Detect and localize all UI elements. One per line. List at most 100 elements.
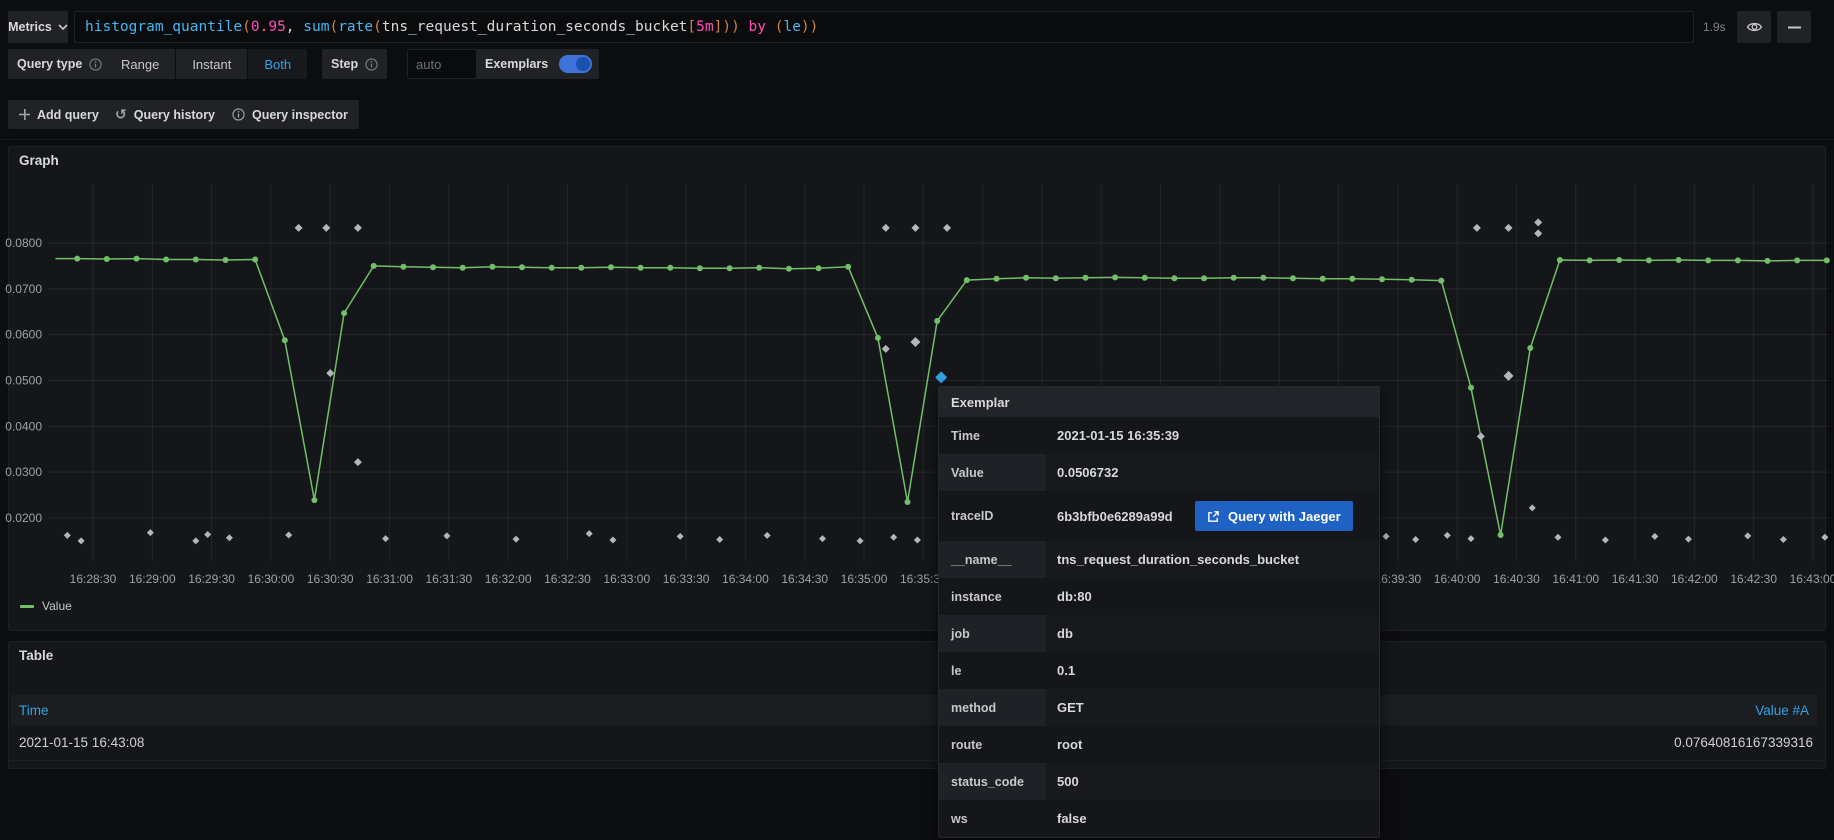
tab-range[interactable]: Range xyxy=(105,49,175,79)
query-type-label: Query type xyxy=(17,57,82,71)
exemplars-toggle[interactable] xyxy=(559,55,592,73)
tooltip-row-value: db:80 xyxy=(1046,589,1092,604)
query-token: 0.95 xyxy=(251,19,286,35)
tooltip-row-label: instance xyxy=(939,578,1046,615)
query-token xyxy=(766,19,775,35)
tooltip-row-label: Time xyxy=(939,417,1046,454)
tooltip-row-label: status_code xyxy=(939,763,1046,800)
query-elapsed-time: 1.9s xyxy=(1703,11,1733,43)
step-input[interactable] xyxy=(407,49,487,79)
query-history-label: Query history xyxy=(134,108,215,122)
query-type-field: Query type xyxy=(8,49,111,79)
tooltip-row-Value: Value0.0506732 xyxy=(939,454,1379,491)
tooltip-row-label: job xyxy=(939,615,1046,652)
query-token: by xyxy=(749,19,766,35)
column-header-value-a[interactable]: Value #A xyxy=(1755,703,1809,718)
legend-color-swatch xyxy=(20,605,34,608)
table-row: 2021-01-15 16:43:08 0.07640816167339316 xyxy=(11,725,1821,761)
query-token: ( xyxy=(329,19,338,35)
table-cell: 2021-01-15 16:43:08 xyxy=(19,735,144,750)
query-token: rate xyxy=(338,19,373,35)
query-token: histogram_quantile xyxy=(85,19,242,35)
query-inspector-label: Query inspector xyxy=(252,108,348,122)
grafana-explore: Metrics histogram_quantile(0.95, sum(rat… xyxy=(0,0,1834,840)
tooltip-row-value: 0.1 xyxy=(1046,663,1075,678)
tooltip-row-instance: instancedb:80 xyxy=(939,578,1379,615)
step-field: Step xyxy=(322,49,387,79)
query-token: ( xyxy=(373,19,382,35)
section-divider xyxy=(0,139,1834,140)
graph-panel: Graph xyxy=(8,146,1826,631)
tooltip-row-Time: Time2021-01-15 16:35:39 xyxy=(939,417,1379,454)
remove-query-button[interactable] xyxy=(1777,11,1811,43)
external-link-icon xyxy=(1207,510,1220,523)
tooltip-row-name: __name__tns_request_duration_seconds_buc… xyxy=(939,541,1379,578)
tab-both[interactable]: Both xyxy=(248,49,307,79)
legend-item-value[interactable]: Value xyxy=(20,599,72,613)
query-token: )) xyxy=(801,19,818,35)
exemplars-toggle-container xyxy=(551,49,599,79)
tooltip-row-label: traceID xyxy=(939,491,1046,541)
query-inspector-button[interactable]: Query inspector xyxy=(221,100,359,129)
tooltip-row-le: le0.1 xyxy=(939,652,1379,689)
query-history-button[interactable]: ↺ Query history xyxy=(104,100,226,129)
query-token: , xyxy=(286,19,303,35)
tooltip-row-label: ws xyxy=(939,800,1046,837)
tooltip-row-label: __name__ xyxy=(939,541,1046,578)
query-token: sum xyxy=(303,19,329,35)
exemplar-tooltip-title: Exemplar xyxy=(939,387,1379,417)
query-token: ( xyxy=(775,19,784,35)
exemplars-label: Exemplars xyxy=(485,57,548,71)
add-query-label: Add query xyxy=(37,108,99,122)
table-cell: 0.07640816167339316 xyxy=(1674,735,1813,750)
tooltip-row-label: route xyxy=(939,726,1046,763)
tooltip-row-value: tns_request_duration_seconds_bucket xyxy=(1046,552,1299,567)
datasource-picker[interactable]: Metrics xyxy=(8,11,68,43)
tooltip-row-value: 0.0506732 xyxy=(1046,465,1118,480)
tab-instant[interactable]: Instant xyxy=(176,49,247,79)
hide-response-button[interactable] xyxy=(1737,11,1771,43)
query-type-tabs: RangeInstantBoth xyxy=(105,49,307,79)
tooltip-row-statuscode: status_code500 xyxy=(939,763,1379,800)
add-query-button[interactable]: Add query xyxy=(8,100,110,129)
eye-icon xyxy=(1746,20,1763,34)
tooltip-row-value: GET xyxy=(1046,700,1084,715)
info-icon xyxy=(365,58,378,71)
query-token: ] xyxy=(714,19,723,35)
tooltip-row-traceID: traceID6b3bfb0e6289a99dQuery with Jaeger xyxy=(939,491,1379,541)
query-editor[interactable]: histogram_quantile(0.95, sum(rate(tns_re… xyxy=(74,11,1694,43)
info-icon xyxy=(89,58,102,71)
tooltip-row-value: 6b3bfb0e6289a99dQuery with Jaeger xyxy=(1046,501,1353,531)
chevron-down-icon xyxy=(58,24,68,30)
query-token: ( xyxy=(242,19,251,35)
datasource-label: Metrics xyxy=(8,20,52,34)
graph-panel-title: Graph xyxy=(19,153,59,168)
tooltip-row-label: method xyxy=(939,689,1046,726)
history-icon: ↺ xyxy=(115,108,127,122)
toggle-knob xyxy=(576,57,590,71)
query-token: 5m xyxy=(696,19,713,35)
exemplars-field: Exemplars xyxy=(476,49,557,79)
jaeger-button-label: Query with Jaeger xyxy=(1228,509,1341,524)
table-panel-title: Table xyxy=(19,648,53,663)
tooltip-row-method: methodGET xyxy=(939,689,1379,726)
table-panel: Table Time Value #A 2021-01-15 16:43:08 0.… xyxy=(8,641,1826,769)
legend-label: Value xyxy=(42,599,72,613)
tooltip-row-value: db xyxy=(1046,626,1073,641)
query-with-jaeger-button[interactable]: Query with Jaeger xyxy=(1195,501,1353,531)
exemplar-tooltip: Exemplar Time2021-01-15 16:35:39Value0.0… xyxy=(938,386,1380,838)
info-circle-icon xyxy=(232,108,245,121)
tooltip-row-job: jobdb xyxy=(939,615,1379,652)
query-token: [ xyxy=(687,19,696,35)
tooltip-row-label: Value xyxy=(939,454,1046,491)
minus-icon xyxy=(1788,26,1801,29)
query-token: tns_request_duration_seconds_bucket xyxy=(382,19,688,35)
column-header-time[interactable]: Time xyxy=(19,703,49,718)
query-token: )) xyxy=(722,19,739,35)
tooltip-row-value: 2021-01-15 16:35:39 xyxy=(1046,428,1179,443)
query-token: le xyxy=(783,19,800,35)
step-label: Step xyxy=(331,57,358,71)
plus-icon xyxy=(19,109,30,120)
table-header-row: Time Value #A xyxy=(11,695,1817,725)
tooltip-row-label: le xyxy=(939,652,1046,689)
